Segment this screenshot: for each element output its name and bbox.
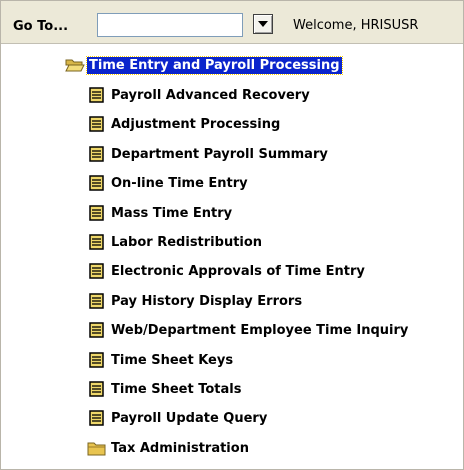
form-icon <box>89 293 104 309</box>
form-icon <box>89 410 104 426</box>
tree-item-payroll-update-query[interactable]: Payroll Update Query <box>87 406 269 430</box>
form-icon <box>89 175 104 191</box>
tree-node-time-entry-payroll-processing[interactable]: Time Entry and Payroll Processing <box>65 53 343 77</box>
tree-item-label: Labor Redistribution <box>111 234 263 250</box>
tree-item-department-payroll-summary[interactable]: Department Payroll Summary <box>87 142 330 166</box>
welcome-text: Welcome, HRISUSR <box>293 18 419 33</box>
chevron-down-icon <box>258 21 268 27</box>
tree-item-label: Payroll Advanced Recovery <box>111 87 310 103</box>
tree-item-mass-time-entry[interactable]: Mass Time Entry <box>87 201 234 225</box>
goto-label: Go To... <box>13 19 69 34</box>
tree-item-tax-administration[interactable]: Tax Administration <box>87 436 251 460</box>
tree-item-time-sheet-totals[interactable]: Time Sheet Totals <box>87 377 243 401</box>
tree-item-label: Adjustment Processing <box>111 116 281 132</box>
tree-item-labor-redistribution[interactable]: Labor Redistribution <box>87 230 264 254</box>
tree-item-electronic-approvals-of-time-entry[interactable]: Electronic Approvals of Time Entry <box>87 259 367 283</box>
navigation-window: Go To... Welcome, HRISUSR Time Entry and… <box>0 0 464 470</box>
goto-dropdown-button[interactable] <box>253 14 273 34</box>
form-icon <box>89 381 104 397</box>
tree-item-label: Tax Administration <box>111 440 249 456</box>
form-icon <box>89 205 104 221</box>
tree-item-payroll-advanced-recovery[interactable]: Payroll Advanced Recovery <box>87 83 312 107</box>
tree-item-label: Electronic Approvals of Time Entry <box>111 263 365 279</box>
tree-item-on-line-time-entry[interactable]: On-line Time Entry <box>87 171 250 195</box>
tree-item-label: Payroll Update Query <box>111 410 268 426</box>
form-icon <box>89 263 104 279</box>
folder-icon <box>87 442 106 456</box>
tree-item-label: Mass Time Entry <box>111 205 233 221</box>
tree-item-label: Department Payroll Summary <box>111 146 328 162</box>
tree-item-adjustment-processing[interactable]: Adjustment Processing <box>87 112 282 136</box>
tree-item-time-sheet-keys[interactable]: Time Sheet Keys <box>87 348 235 372</box>
form-icon <box>89 146 104 162</box>
tree-item-label: Time Sheet Keys <box>111 352 234 368</box>
form-icon <box>89 322 104 338</box>
goto-toolbar: Go To... Welcome, HRISUSR <box>1 1 463 44</box>
open-folder-icon <box>65 59 85 72</box>
form-icon <box>89 352 104 368</box>
tree-item-label: Pay History Display Errors <box>111 293 303 309</box>
tree-item-label: Time Sheet Totals <box>111 381 242 397</box>
form-icon <box>89 234 104 250</box>
tree-item-web-department-employee-time-inquiry[interactable]: Web/Department Employee Time Inquiry <box>87 318 410 342</box>
tree-item-pay-history-display-errors[interactable]: Pay History Display Errors <box>87 289 304 313</box>
form-icon <box>89 87 104 103</box>
form-icon <box>89 116 104 132</box>
tree-item-label: Web/Department Employee Time Inquiry <box>111 322 409 338</box>
goto-input[interactable] <box>97 13 243 37</box>
tree-node-label: Time Entry and Payroll Processing <box>86 55 343 75</box>
tree-item-label: On-line Time Entry <box>111 175 248 191</box>
